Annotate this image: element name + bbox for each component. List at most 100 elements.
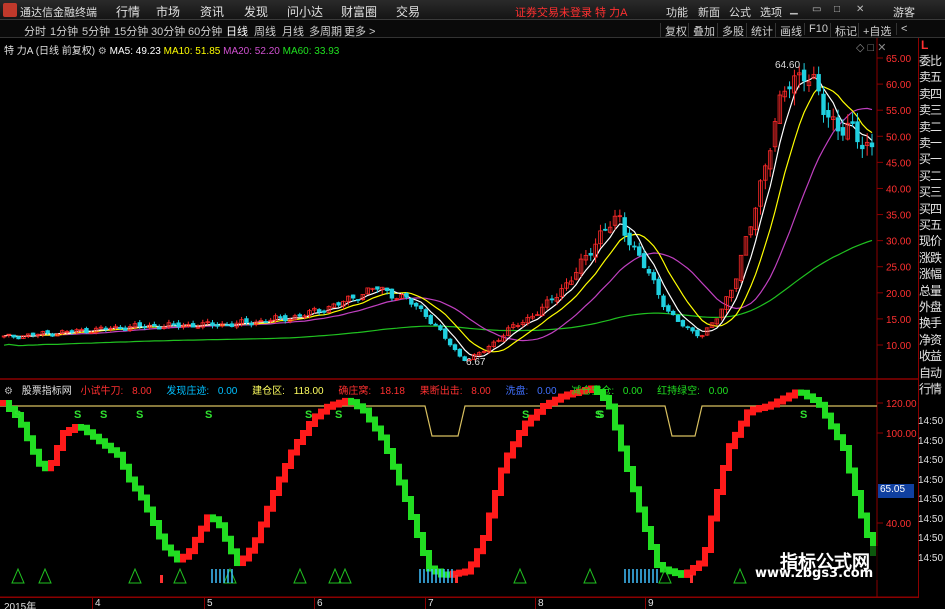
price-axis-label: 55.00 [886,106,911,117]
candle-body [297,314,302,317]
s-signal-marker: S [14,409,21,421]
restore-icon[interactable]: ▭ [812,4,821,15]
tool-multi-stock[interactable]: 多股 [717,23,744,39]
candle-body [632,245,637,248]
ind-step-green [840,434,846,451]
ind-step-green [78,424,84,431]
tool-stats[interactable]: 统计 [746,23,773,39]
ind-step-red [522,420,528,436]
tool-add-watchlist[interactable]: +自选 [858,23,891,39]
side-panel-item[interactable]: 买一 [919,150,942,167]
tool-adjust[interactable]: 复权 [660,23,687,39]
period-30min[interactable]: 30分钟 [151,23,185,39]
side-panel-item[interactable]: 卖三 [919,101,942,118]
menu-options[interactable]: 选项 [760,4,782,20]
tool-overlay[interactable]: 叠加 [688,23,715,39]
tool-draw[interactable]: 画线 [775,23,802,39]
side-panel-item[interactable]: 涨幅 [919,265,942,282]
period-15min[interactable]: 15分钟 [114,23,148,39]
ind-step-green [102,438,108,449]
ind-step-red [486,512,492,541]
time-entry: 14:50 [918,416,944,427]
side-panel-item[interactable]: 卖五 [919,68,942,85]
maximize-icon[interactable]: □ [834,4,840,15]
candle-body [641,253,647,269]
ind-step-red [498,467,504,496]
close-icon[interactable]: ✕ [856,4,864,15]
login-status[interactable]: 证券交易未登录 特 力A [515,4,627,20]
side-panel-item[interactable]: 卖二 [919,118,942,135]
side-panel-item[interactable]: 卖一 [919,134,942,151]
ind-step-green [636,486,642,513]
menu-function[interactable]: 功能 [666,4,688,20]
menu-quotes[interactable]: 行情 [116,3,140,20]
period-intraday[interactable]: 分时 [24,23,46,39]
period-5min[interactable]: 5分钟 [82,23,110,39]
ind-step-green [426,550,432,572]
period-1min[interactable]: 1分钟 [50,23,78,39]
menu-new-page[interactable]: 新面 [698,4,720,20]
ind-step-green [108,442,114,454]
side-panel-item[interactable]: 收益 [919,347,942,364]
menu-guest[interactable]: 游客 [893,4,915,20]
minimize-icon[interactable]: ▁ [790,4,798,15]
side-panel-item[interactable]: 委比 [919,52,942,69]
tool-mark[interactable]: 标记 [830,23,857,39]
maximize-panel-icon[interactable]: □ [868,42,875,54]
side-panel-item[interactable]: 外盘 [919,298,942,315]
window-controls[interactable]: ▁ ▭ □ ✕ [790,4,882,16]
ind-step-red [288,449,294,469]
ind-step-green [348,397,354,406]
candle-body [603,228,608,231]
ind-step-green [396,463,402,486]
kline-chart-area[interactable]: 65.00 60.00 55.00 50.00 45.00 40.00 35.00 30.00… [0,38,918,609]
side-panel-item[interactable]: 行情 [919,380,942,397]
ind-step-green [852,467,858,496]
period-more[interactable]: 更多 > [344,23,375,39]
settings-icon[interactable]: ◇ [856,42,864,54]
period-multi[interactable]: 多周期 [309,23,342,39]
ind-step-green [804,389,810,400]
ind-step-red [720,465,726,495]
period-daily[interactable]: 日线 [226,23,248,39]
time-entry: 14:50 [918,494,944,505]
side-panel-item[interactable]: 涨跌 [919,249,942,266]
candle-body [457,348,463,357]
menu-market[interactable]: 市场 [156,3,180,20]
side-panel-item[interactable]: 总量 [919,282,942,299]
price-axis-label: 20.00 [886,289,911,300]
period-monthly[interactable]: 月线 [282,23,304,39]
menu-ask[interactable]: 问小达 [287,3,323,20]
candle-body [646,268,652,274]
indicator-gear-icon[interactable]: ⚙ [4,386,13,397]
side-panel-item[interactable]: 净资 [919,331,942,348]
period-60min[interactable]: 60分钟 [188,23,222,39]
candle-body [30,332,36,336]
side-panel-item[interactable]: 自动 [919,364,942,381]
stock-name: 特 力A [4,46,33,57]
ind-step-red [744,409,750,427]
close-panel-icon[interactable]: ✕ [877,42,886,54]
side-panel-item[interactable]: 买三 [919,183,942,200]
panel-controls[interactable]: ◇ □ ✕ [856,41,886,54]
menu-news[interactable]: 资讯 [200,3,224,20]
side-panel-item[interactable]: 换手 [919,314,942,331]
tool-f10[interactable]: F10 [804,23,828,35]
ind-step-red [780,395,786,405]
menu-trade[interactable]: 交易 [396,3,420,20]
ind-step-green [444,571,450,578]
side-panel-item[interactable]: 买四 [919,200,942,217]
side-panel-item[interactable]: 现价 [919,232,942,249]
period-weekly[interactable]: 周线 [254,23,276,39]
menu-discover[interactable]: 发现 [244,3,268,20]
ind-step-red [54,445,60,466]
s-signal-marker: S [74,409,81,421]
menu-formula[interactable]: 公式 [729,4,751,20]
side-panel-item[interactable]: 买二 [919,167,942,184]
side-panel-item[interactable]: 卖四 [919,85,942,102]
menu-wealth[interactable]: 财富圈 [341,3,377,20]
price-axis-label: 35.00 [886,211,911,222]
tool-collapse[interactable]: < [896,23,907,35]
side-panel-item[interactable]: 买五 [919,216,942,233]
gear-icon[interactable]: ⚙ [98,46,107,57]
